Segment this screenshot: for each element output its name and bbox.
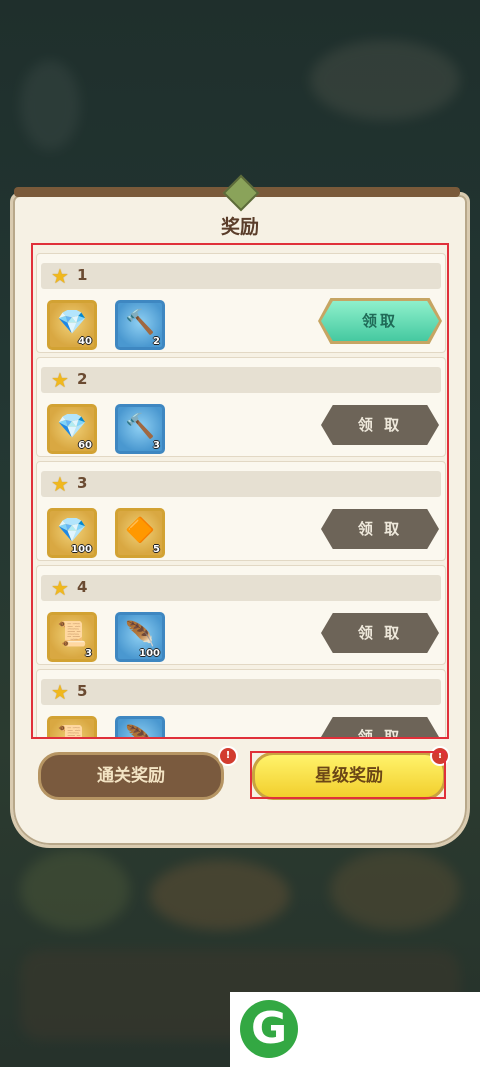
card-header: ★ 4	[41, 575, 441, 601]
feather-icon[interactable]: 🪶	[115, 716, 165, 737]
star-count: 3	[77, 474, 88, 492]
scroll-icon[interactable]: 📜	[47, 716, 97, 737]
hammer-icon[interactable]: 🔨 2	[115, 300, 165, 350]
card-header: ★ 1	[41, 263, 441, 289]
feather-icon[interactable]: 🪶 100	[115, 612, 165, 662]
star-count: 2	[77, 370, 88, 388]
reward-card: ★ 5 📜 🪶 领 取	[36, 669, 446, 737]
bg-blur	[20, 850, 130, 930]
claim-button[interactable]: 领 取	[321, 717, 439, 737]
claim-button[interactable]: 领取	[321, 301, 439, 341]
claim-button[interactable]: 领 取	[321, 405, 439, 445]
reward-card: ★ 4 📜 3 🪶 100 领 取	[36, 565, 446, 665]
g-logo-icon: G	[240, 1000, 298, 1058]
highlight-frame	[250, 751, 446, 799]
star-icon: ★	[51, 680, 69, 704]
scroll-icon[interactable]: 📜 3	[47, 612, 97, 662]
crystal-ore-icon[interactable]: 💎 40	[47, 300, 97, 350]
reward-card: ★ 3 💎 100 🔶 5 领 取	[36, 461, 446, 561]
crystal-ore-icon[interactable]: 💎 100	[47, 508, 97, 558]
bg-blur	[150, 860, 290, 930]
alert-badge-icon: !	[218, 746, 238, 766]
card-header: ★ 3	[41, 471, 441, 497]
claim-button[interactable]: 领 取	[321, 509, 439, 549]
reward-list[interactable]: ★ 1 💎 40 🔨 2 领取 ★ 2 💎 60 🔨 3 领 取 ★ 3 💎 100 🔶 5…	[36, 245, 446, 737]
star-icon: ★	[51, 576, 69, 600]
card-header: ★ 5	[41, 679, 441, 705]
star-icon: ★	[51, 368, 69, 392]
star-icon: ★	[51, 264, 69, 288]
crystal-ore-icon[interactable]: 💎 60	[47, 404, 97, 454]
star-count: 1	[77, 266, 88, 284]
hammer-icon[interactable]: 🔨 3	[115, 404, 165, 454]
star-count: 4	[77, 578, 88, 596]
bg-blur	[20, 60, 80, 150]
tab-clear-rewards[interactable]: 通关奖励	[38, 752, 224, 800]
card-header: ★ 2	[41, 367, 441, 393]
star-count: 5	[77, 682, 88, 700]
reward-card: ★ 2 💎 60 🔨 3 领 取	[36, 357, 446, 457]
panel-title: 奖励	[220, 216, 259, 238]
bg-blur	[330, 850, 460, 930]
amber-crystal-icon[interactable]: 🔶 5	[115, 508, 165, 558]
star-icon: ★	[51, 472, 69, 496]
reward-card: ★ 1 💎 40 🔨 2 领取	[36, 253, 446, 353]
claim-button[interactable]: 领 取	[321, 613, 439, 653]
bg-blur	[310, 40, 460, 120]
